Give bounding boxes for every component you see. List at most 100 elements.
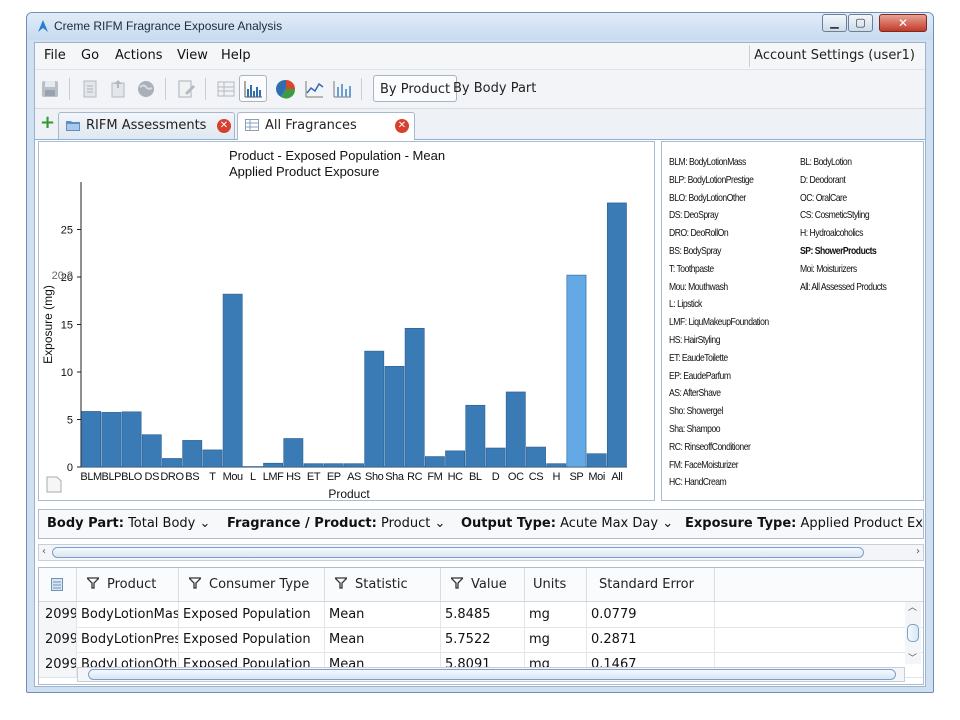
scroll-thumb[interactable] [88,669,896,680]
column-header-standard-error[interactable]: Standard Error [587,568,715,601]
menu-view[interactable]: View [177,48,208,63]
filter-icon[interactable] [451,577,463,589]
column-header-statistic[interactable]: Statistic [325,568,441,601]
filter-fragrance-product[interactable]: Fragrance / Product: Product ⌄ [227,516,445,531]
table-row[interactable]: 2099 BodyLotionMass Exposed Population Mean… [39,602,923,628]
bar-as [344,463,364,468]
by-product-toggle[interactable]: By Product [373,75,458,102]
bar-hc [445,450,466,468]
menu-file[interactable]: File [44,48,66,63]
filter-label: Fragrance / Product: [227,516,377,531]
chevron-down-icon: ⌄ [662,516,674,531]
table-vertical-scrollbar[interactable]: ︿ ﹀ [905,602,921,664]
filter-value: Product [381,516,431,531]
close-tab-icon[interactable]: ✕ [395,119,409,133]
tab-strip: + RIFM Assessments ✕ All Fragrances ✕ [35,109,925,140]
bar-moi [586,453,607,468]
add-tab-icon[interactable]: + [40,114,55,132]
chart-title: Product - Exposed Population - Mean [229,148,445,163]
bar-dro [162,458,182,468]
save-icon[interactable] [39,78,61,100]
scroll-thumb[interactable] [52,547,864,558]
column-label: Standard Error [599,577,694,592]
filter-exposure-type[interactable]: Exposure Type: Applied Product Expo [685,516,923,531]
table-cell-value: 5.7522 [441,627,525,652]
pie-chart-icon[interactable] [275,78,297,100]
filter-value: Applied Product Expo [800,516,923,531]
menu-go[interactable]: Go [81,48,99,63]
filter-horizontal-scrollbar[interactable]: ‹ › [38,544,924,561]
y-tick-label: 0 [67,462,73,474]
column-header-product[interactable]: Product [77,568,179,601]
globe-icon[interactable] [135,78,157,100]
scroll-thumb[interactable] [907,624,919,642]
scroll-right-icon[interactable]: › [916,546,920,557]
filter-output-type[interactable]: Output Type: Acute Max Day ⌄ [461,516,673,531]
column-header-consumer-type[interactable]: Consumer Type [179,568,325,601]
y-tick-label: 10 [61,367,73,379]
tab-rifm-assessments[interactable]: RIFM Assessments ✕ [58,112,235,139]
menu-bar: File Go Actions View Help Account Settin… [35,43,925,70]
maximize-icon: ▢ [855,16,866,29]
chart-subtitle: Applied Product Exposure [229,164,379,179]
table-row[interactable]: 2099BodyLotionPrestigeExposed Population… [39,627,923,653]
row-menu-header[interactable] [39,568,77,601]
table-horizontal-scrollbar[interactable] [77,667,905,682]
export-icon[interactable] [79,78,101,100]
bar-all [606,202,627,468]
scroll-left-icon[interactable]: ‹ [42,546,46,557]
bar-sho [364,350,385,468]
edit-icon[interactable] [175,78,197,100]
table-cell-id: 2099 [39,652,77,677]
table-cell-id: 2099 [39,602,77,627]
maximize-button[interactable]: ▢ [848,14,873,32]
x-tick-label: BLP [102,471,122,483]
close-window-button[interactable]: ✕ [879,14,927,32]
filter-value: Acute Max Day [560,516,659,531]
filter-icon[interactable] [87,577,99,589]
column-header-units[interactable]: Units [525,568,587,601]
legend-entry: OC: OralCare [800,191,847,204]
by-body-part-toggle[interactable]: By Body Part [447,75,542,102]
legend-entry: BLO: BodyLotionOther [669,191,746,204]
close-tab-icon[interactable]: ✕ [217,119,231,133]
legend-entry: AS: AfterShave [669,387,721,400]
filter-icon[interactable] [335,577,347,589]
legend-entry: Sho: Showergel [669,405,723,418]
x-tick-label: EP [327,471,341,483]
filter-icon[interactable] [189,577,201,589]
x-tick-label: H [552,471,560,483]
legend-entry: L: Lipstick [669,298,702,311]
x-tick-label: HC [448,471,464,483]
import-icon[interactable] [107,78,129,100]
column-label: Consumer Type [209,577,310,592]
table-cell-consumer: Exposed Population [179,627,325,652]
legend-entry: Moi: Moisturizers [800,262,857,275]
menu-actions[interactable]: Actions [115,48,163,63]
bar-d [485,447,506,468]
highlight-value-label: 20.2 [52,270,73,282]
stacked-chart-icon[interactable] [331,78,353,100]
column-header-value[interactable]: Value [441,568,525,601]
line-chart-icon[interactable] [303,78,325,100]
note-icon [46,476,62,493]
legend-entry: BLM: BodyLotionMass [669,156,746,168]
account-settings-button[interactable]: Account Settings (user1) [749,45,919,67]
tab-all-fragrances[interactable]: All Fragrances ✕ [237,112,415,140]
legend-entry: D: Deodorant [800,173,846,186]
x-tick-label: AS [347,471,361,483]
filter-label: Body Part: [47,516,124,531]
scroll-down-icon[interactable]: ﹀ [908,651,917,664]
legend-entry: BL: BodyLotion [800,156,852,168]
x-tick-label: SP [570,471,584,483]
x-tick-label: DRO [160,471,184,483]
minimize-button[interactable]: ▁ [822,14,847,32]
table-view-icon[interactable] [215,78,237,100]
bar-chart-toggle[interactable] [239,75,267,102]
scroll-up-icon[interactable]: ︿ [908,600,917,613]
filter-body-part[interactable]: Body Part: Total Body ⌄ [47,516,210,531]
bar-bl [465,404,486,468]
x-tick-label: L [250,471,256,483]
legend-entry: T: Toothpaste [669,262,714,275]
menu-help[interactable]: Help [221,48,251,63]
